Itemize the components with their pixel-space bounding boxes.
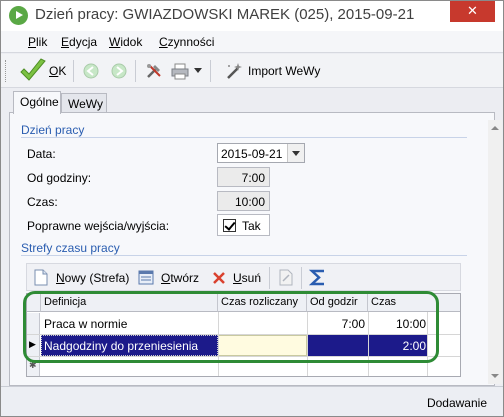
data-label: Data: <box>27 147 56 161</box>
menu-widok-accel: W <box>109 35 121 49</box>
toolbar-separator <box>301 267 302 289</box>
nowy-label: owy (Strefa) <box>64 271 130 285</box>
tab-wewy[interactable]: WeWy <box>61 93 107 113</box>
toolbar-separator <box>135 60 136 82</box>
title-bar[interactable]: Dzień pracy: GWIAZDOWSKI MAREK (025), 20… <box>1 1 503 31</box>
print-icon[interactable] <box>171 62 189 80</box>
od-godziny-field[interactable]: 7:00 <box>217 167 270 187</box>
toolbar-separator <box>269 267 270 289</box>
date-field[interactable]: 2015-09-21 <box>217 143 305 163</box>
sum-sigma-icon[interactable] <box>309 268 327 287</box>
poprawne-value: Tak <box>242 219 261 233</box>
ok-accel: O <box>49 64 59 78</box>
close-button[interactable]: ✕ <box>450 1 495 22</box>
menu-plik-accel: P <box>28 35 37 49</box>
poprawne-checkbox[interactable] <box>223 219 236 232</box>
ok-label: K <box>58 64 67 78</box>
window-title: Dzień pracy: GWIAZDOWSKI MAREK (025), 20… <box>35 6 415 23</box>
scroll-up-arrow-icon[interactable] <box>491 126 499 130</box>
menu-plik[interactable]: Plik <box>28 35 47 49</box>
usun-label: suń <box>241 271 262 285</box>
main-toolbar: OK Import WeWy <box>1 54 503 88</box>
menu-plik-label: lik <box>36 35 48 49</box>
od-godziny-label: Od godziny: <box>27 171 92 185</box>
tools-icon[interactable] <box>145 62 163 80</box>
scroll-down-arrow-icon[interactable] <box>491 374 499 378</box>
otworz-button[interactable]: Otwórz <box>161 271 199 285</box>
section-divider <box>21 137 467 138</box>
strefy-toolbar: Nowy (Strefa) Otwórz Usuń <box>26 263 461 291</box>
menu-widok-label: idok <box>120 35 143 49</box>
toolbar-grip[interactable] <box>5 60 8 82</box>
back-arrow-icon[interactable] <box>83 63 99 79</box>
app-play-icon <box>9 6 28 25</box>
toolbar-separator <box>73 60 74 82</box>
menu-czynnosci-accel: C <box>159 35 168 49</box>
forward-arrow-icon[interactable] <box>111 63 127 79</box>
highlight-annotation <box>23 291 439 363</box>
vertical-scrollbar[interactable] <box>488 120 502 384</box>
usun-button[interactable]: Usuń <box>233 271 261 285</box>
section-strefy: Strefy czasu pracy <box>21 241 120 255</box>
nowy-strefa-button[interactable]: Nowy (Strefa) <box>56 271 129 285</box>
menu-edycja-label: dycja <box>69 35 98 49</box>
open-form-icon[interactable] <box>138 270 154 285</box>
section-dzien-pracy: Dzień pracy <box>21 123 85 137</box>
poprawne-checkbox-field[interactable]: Tak <box>217 214 270 236</box>
delete-x-icon[interactable] <box>212 271 226 285</box>
usun-accel: U <box>233 271 242 285</box>
status-bar: Dodawanie <box>1 386 503 416</box>
czas-field[interactable]: 10:00 <box>217 191 270 211</box>
import-wand-icon[interactable] <box>225 62 243 80</box>
nowy-accel: N <box>56 271 65 285</box>
poprawne-label: Poprawne wejścia/wyjścia: <box>27 219 170 233</box>
otworz-label: twórz <box>170 271 200 285</box>
czas-label: Czas: <box>27 195 58 209</box>
edit-document-icon[interactable] <box>279 269 293 286</box>
menu-edycja-accel: E <box>61 35 70 49</box>
section-divider <box>21 255 467 256</box>
menu-edycja[interactable]: Edycja <box>61 35 97 49</box>
date-dropdown-button[interactable] <box>287 144 304 162</box>
menu-czynnosci[interactable]: Czynności <box>159 35 214 49</box>
import-wewy-button[interactable]: Import WeWy <box>248 64 320 78</box>
ok-button[interactable]: OK <box>49 64 66 78</box>
status-text: Dodawanie <box>426 396 487 410</box>
chevron-down-icon[interactable] <box>194 68 202 74</box>
date-value: 2015-09-21 <box>221 147 283 161</box>
ok-check-icon[interactable] <box>19 58 47 84</box>
window: Dzień pracy: GWIAZDOWSKI MAREK (025), 20… <box>0 0 504 417</box>
tab-ogolne[interactable]: Ogólne <box>13 91 61 114</box>
menu-czynnosci-label: zynności <box>167 35 215 49</box>
new-document-icon[interactable] <box>34 269 48 286</box>
toolbar-separator <box>210 60 211 82</box>
menu-bar: Plik Edycja Widok Czynności <box>1 31 503 53</box>
menu-widok[interactable]: Widok <box>109 35 142 49</box>
otworz-accel: O <box>161 271 171 285</box>
